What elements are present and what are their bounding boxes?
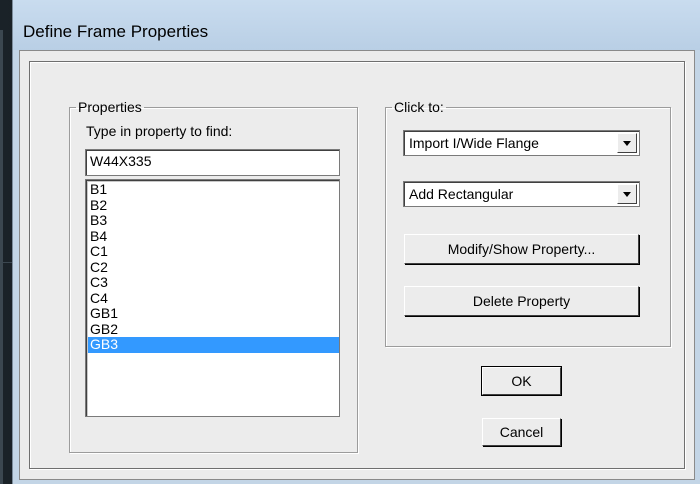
list-item[interactable]: GB1 bbox=[88, 305, 339, 322]
list-item[interactable]: C3 bbox=[88, 274, 339, 291]
dropdown-button[interactable] bbox=[617, 184, 637, 204]
dialog-client-area: Properties Type in property to find: W44… bbox=[19, 50, 695, 480]
click-to-group-label: Click to: bbox=[394, 99, 444, 115]
background-line bbox=[0, 30, 3, 484]
ok-button[interactable]: OK bbox=[481, 366, 562, 396]
list-item[interactable]: B3 bbox=[88, 212, 339, 229]
list-item[interactable]: B2 bbox=[88, 197, 339, 214]
chevron-down-icon bbox=[623, 141, 631, 146]
property-listbox[interactable]: B1 B2 B3 B4 C1 C2 C3 C4 GB1 GB2 GB3 bbox=[85, 179, 340, 417]
import-section-dropdown[interactable]: Import I/Wide Flange bbox=[403, 130, 640, 156]
dialog-inner-frame: Properties Type in property to find: W44… bbox=[29, 61, 685, 469]
modify-show-property-button[interactable]: Modify/Show Property... bbox=[404, 234, 639, 264]
define-frame-properties-dialog: Define Frame Properties Properties Type … bbox=[12, 0, 700, 484]
properties-group-label: Properties bbox=[78, 99, 142, 115]
list-item[interactable]: GB2 bbox=[88, 321, 339, 338]
cancel-button[interactable]: Cancel bbox=[482, 418, 561, 446]
find-property-input[interactable]: W44X335 bbox=[85, 149, 340, 176]
list-item[interactable]: C2 bbox=[88, 259, 339, 276]
list-item-selected[interactable]: GB3 bbox=[88, 336, 339, 353]
add-section-dropdown[interactable]: Add Rectangular bbox=[403, 181, 640, 207]
add-section-value: Add Rectangular bbox=[409, 186, 514, 202]
find-property-label: Type in property to find: bbox=[86, 123, 233, 139]
list-item[interactable]: B1 bbox=[88, 181, 339, 198]
window-title: Define Frame Properties bbox=[23, 22, 209, 41]
list-item[interactable]: C1 bbox=[88, 243, 339, 260]
chevron-down-icon bbox=[623, 192, 631, 197]
title-bar[interactable]: Define Frame Properties bbox=[13, 0, 700, 50]
import-section-value: Import I/Wide Flange bbox=[409, 135, 539, 151]
delete-property-button[interactable]: Delete Property bbox=[404, 286, 639, 316]
list-item[interactable]: C4 bbox=[88, 290, 339, 307]
list-item[interactable]: B4 bbox=[88, 228, 339, 245]
dropdown-button[interactable] bbox=[617, 133, 637, 153]
